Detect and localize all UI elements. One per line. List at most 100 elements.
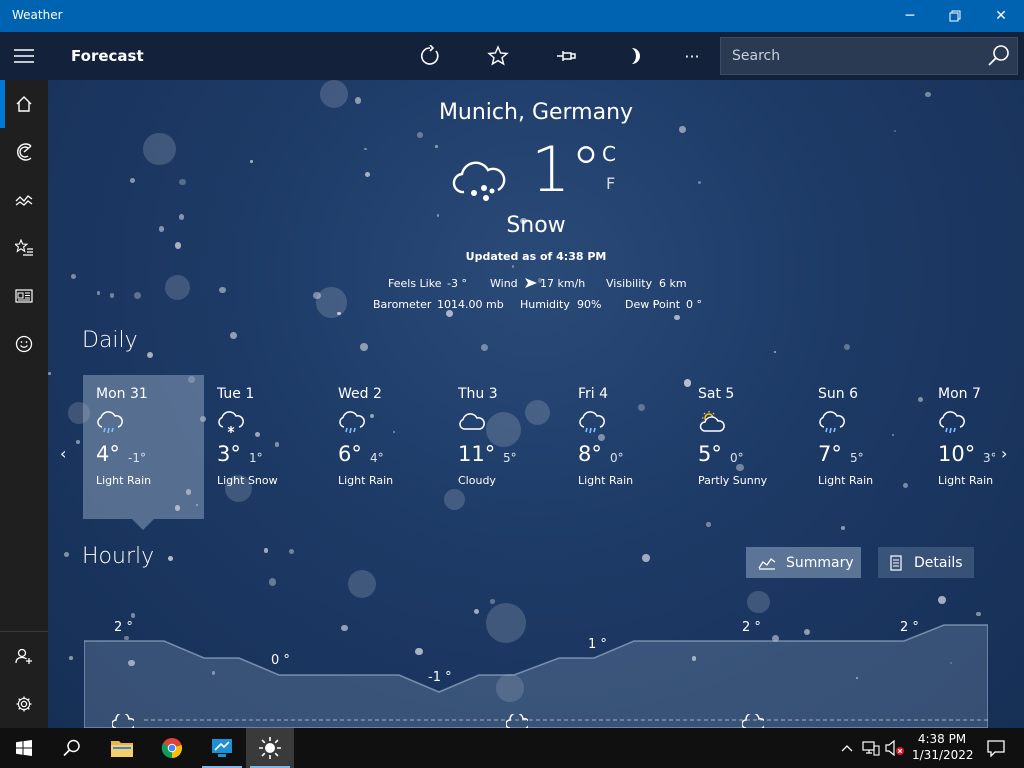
theme-button[interactable] (612, 32, 656, 80)
snowflake (893, 129, 897, 133)
close-button[interactable]: ✕ (978, 0, 1024, 32)
day-tile[interactable]: Thu 3 11° 5° Cloudy (445, 375, 566, 519)
weather-app-button[interactable] (246, 728, 294, 768)
day-high: 8° (578, 442, 602, 466)
cloud-icon (742, 714, 764, 728)
forecast-panel[interactable]: Munich, Germany 1° C F Snow Updated as o… (48, 80, 1024, 728)
light-rain-icon (819, 411, 845, 434)
barometer-value: 1014.00 mb (437, 298, 504, 311)
light-snow-icon (218, 411, 244, 433)
hourly-temp-label: 0 ° (271, 653, 290, 668)
day-name: Fri 4 (578, 386, 609, 402)
maximize-button[interactable] (932, 0, 978, 32)
nav-historical-weather[interactable] (0, 176, 48, 224)
day-tile[interactable]: Mon 7 10° 3° Light Rain (925, 375, 995, 519)
clock-time: 4:38 PM (917, 732, 967, 746)
pin-button[interactable] (544, 32, 588, 80)
refresh-icon (420, 45, 439, 65)
snowflake (925, 91, 931, 97)
hourly-temp-label: -1 ° (428, 670, 452, 685)
scroll-left-arrow[interactable]: ‹ (60, 444, 66, 463)
snowflake (263, 548, 269, 553)
search-icon[interactable] (987, 44, 1011, 68)
network-icon (862, 741, 880, 756)
chrome-button[interactable] (148, 728, 196, 768)
notifications-button[interactable] (976, 728, 1016, 768)
light-rain-icon (579, 411, 605, 434)
summary-tab[interactable]: Summary (746, 547, 861, 578)
day-low: -1° (128, 451, 146, 465)
show-hidden-icons-button[interactable] (836, 728, 858, 768)
day-high: 3° (217, 442, 241, 466)
folder-icon (111, 741, 133, 757)
page-title: Forecast (71, 47, 144, 65)
day-tile[interactable]: Wed 2 6° 4° Light Rain (325, 375, 446, 519)
location-name: Munich, Germany (438, 100, 634, 125)
network-button[interactable] (860, 728, 882, 768)
search-icon (63, 739, 80, 757)
details-tab[interactable]: Details (878, 547, 974, 578)
nav-feedback[interactable] (0, 320, 48, 368)
cloud-icon (112, 714, 134, 728)
day-condition: Light Rain (338, 474, 394, 487)
humidity-label: Humidity (520, 298, 570, 311)
day-low: 0° (610, 451, 624, 465)
search-box[interactable] (720, 37, 1018, 75)
taskbar-search-button[interactable] (48, 728, 96, 768)
file-explorer-button[interactable] (98, 728, 146, 768)
chart-line-icon (758, 557, 776, 570)
navigation-sidebar (0, 80, 48, 728)
nav-settings[interactable] (0, 680, 48, 728)
day-high: 7° (818, 442, 842, 466)
volume-muted-icon (885, 740, 904, 756)
start-button[interactable] (0, 728, 48, 768)
more-options-button[interactable]: ··· (670, 32, 714, 80)
pin-icon (557, 51, 576, 61)
search-input[interactable] (721, 38, 981, 74)
snowflake (365, 172, 371, 178)
snowflake (474, 609, 480, 615)
day-name: Tue 1 (217, 386, 255, 402)
snowflake (268, 578, 276, 586)
nav-maps[interactable] (0, 128, 48, 176)
selected-day-indicator (132, 519, 154, 530)
nav-news[interactable] (0, 272, 48, 320)
nav-account[interactable] (0, 632, 48, 680)
day-name: Mon 31 (96, 386, 148, 402)
nav-favorites[interactable] (0, 224, 48, 272)
celsius-toggle[interactable]: C (602, 142, 616, 166)
snowflake (179, 178, 186, 186)
snowflake (480, 343, 488, 351)
title-bar[interactable]: Weather ─ ✕ (0, 0, 1024, 32)
favorite-button[interactable] (476, 32, 520, 80)
nav-forecast[interactable] (0, 80, 48, 128)
day-tile[interactable]: Sat 5 5° 0° Partly Sunny (685, 375, 806, 519)
fahrenheit-toggle[interactable]: F (606, 174, 615, 193)
day-condition: Light Rain (818, 474, 874, 487)
weather-app-window: Weather ─ ✕ Forecast ··· Search Munich, … (0, 0, 1024, 768)
volume-button[interactable] (884, 728, 906, 768)
scroll-right-arrow[interactable]: › (1001, 444, 1007, 463)
remote-app-button[interactable] (198, 728, 246, 768)
refresh-button[interactable] (408, 32, 452, 80)
hamburger-menu-button[interactable] (0, 32, 48, 80)
cloud-icon (506, 714, 528, 728)
daily-section-title: Daily (82, 328, 138, 353)
day-name: Mon 7 (938, 386, 981, 402)
snowflake (129, 177, 136, 184)
minimize-button[interactable]: ─ (887, 0, 933, 32)
day-tile[interactable]: Sun 6 7° 5° Light Rain (805, 375, 926, 519)
day-tile[interactable]: Fri 4 8° 0° Light Rain (565, 375, 686, 519)
windows-taskbar: 4:38 PM 1/31/2022 (0, 728, 1024, 768)
day-high: 5° (698, 442, 722, 466)
day-high: 11° (458, 442, 496, 466)
day-tile[interactable]: Tue 1 3° 1° Light Snow (204, 375, 325, 519)
snowflake (976, 611, 982, 617)
partly-sunny-icon (699, 411, 725, 432)
day-tile[interactable]: Mon 31 4° -1° Light Rain (83, 375, 204, 519)
snowflake (747, 590, 770, 614)
hourly-temp-label: 2 ° (114, 620, 133, 635)
system-clock[interactable]: 4:38 PM 1/31/2022 (912, 731, 974, 763)
day-low: 0° (730, 451, 744, 465)
wind-value: 17 km/h (540, 277, 586, 290)
